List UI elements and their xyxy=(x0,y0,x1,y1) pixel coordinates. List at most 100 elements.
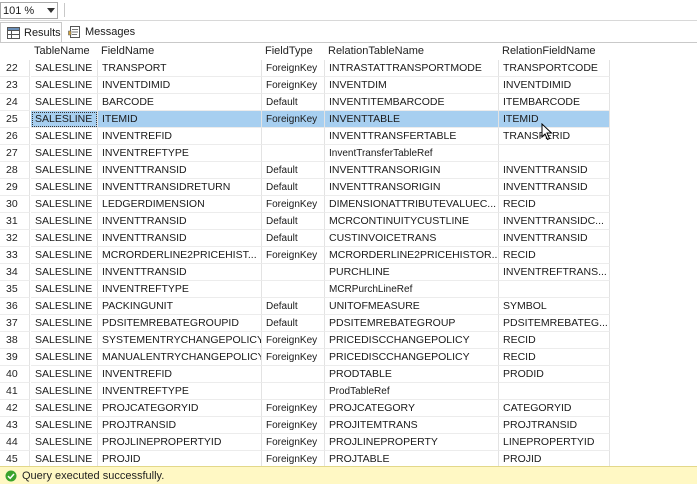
cell-fieldname[interactable]: ITEMID xyxy=(98,111,262,128)
cell-relationtablename[interactable]: CUSTINVOICETRANS xyxy=(325,230,499,247)
table-row[interactable]: 43 SALESLINE PROJTRANSID ForeignKey PROJITEM… xyxy=(0,417,610,434)
cell-fieldname[interactable]: PDSITEMREBATEGROUPID xyxy=(98,315,262,332)
row-number[interactable]: 24 xyxy=(0,94,30,111)
cell-fieldname[interactable]: INVENTREFTYPE xyxy=(98,383,262,400)
cell-fieldname[interactable]: INVENTREFTYPE xyxy=(98,281,262,298)
row-number[interactable]: 34 xyxy=(0,264,30,281)
cell-tablename[interactable]: SALESLINE xyxy=(31,196,98,213)
row-number[interactable]: 41 xyxy=(0,383,30,400)
cell-relationfieldname[interactable]: TRANSPORTCODE xyxy=(499,60,610,77)
cell-fieldtype[interactable]: ForeignKey xyxy=(262,111,325,128)
cell-tablename[interactable]: SALESLINE xyxy=(31,349,98,366)
cell-fieldtype[interactable]: Default xyxy=(262,94,325,111)
cell-fieldtype[interactable] xyxy=(262,383,325,400)
cell-tablename[interactable]: SALESLINE xyxy=(31,298,98,315)
column-header-fieldtype[interactable]: FieldType xyxy=(262,43,325,60)
cell-fieldtype[interactable]: Default xyxy=(262,315,325,332)
cell-relationfieldname[interactable]: INVENTTRANSID xyxy=(499,179,610,196)
cell-relationfieldname[interactable]: SYMBOL xyxy=(499,298,610,315)
cell-relationfieldname[interactable] xyxy=(499,383,610,400)
table-row[interactable]: 29 SALESLINE INVENTTRANSIDRETURN Default INV… xyxy=(0,179,610,196)
cell-fieldname[interactable]: INVENTREFTYPE xyxy=(98,145,262,162)
cell-fieldtype[interactable]: ForeignKey xyxy=(262,349,325,366)
cell-relationfieldname[interactable]: ITEMBARCODE xyxy=(499,94,610,111)
row-number[interactable]: 45 xyxy=(0,451,30,467)
row-number[interactable]: 22 xyxy=(0,60,30,77)
cell-fieldname[interactable]: PROJID xyxy=(98,451,262,467)
table-row[interactable]: 31 SALESLINE INVENTTRANSID Default MCRCONTIN… xyxy=(0,213,610,230)
cell-tablename[interactable]: SALESLINE xyxy=(31,145,98,162)
table-row[interactable]: 23 SALESLINE INVENTDIMID ForeignKey INVENTDI… xyxy=(0,77,610,94)
row-number[interactable]: 42 xyxy=(0,400,30,417)
cell-fieldname[interactable]: INVENTTRANSID xyxy=(98,230,262,247)
table-row[interactable]: 34 SALESLINE INVENTTRANSID PURCHLINE INVENTR… xyxy=(0,264,610,281)
table-row[interactable]: 26 SALESLINE INVENTREFID INVENTTRANSFERTABL… xyxy=(0,128,610,145)
cell-relationfieldname[interactable]: INVENTTRANSIDC... xyxy=(499,213,610,230)
cell-relationfieldname[interactable]: LINEPROPERTYID xyxy=(499,434,610,451)
cell-fieldname[interactable]: MCRORDERLINE2PRICEHIST... xyxy=(98,247,262,264)
cell-relationtablename[interactable]: INVENTITEMBARCODE xyxy=(325,94,499,111)
row-number[interactable]: 28 xyxy=(0,162,30,179)
row-number[interactable]: 23 xyxy=(0,77,30,94)
cell-fieldtype[interactable]: Default xyxy=(262,162,325,179)
row-number[interactable]: 40 xyxy=(0,366,30,383)
column-header-relationfieldname[interactable]: RelationFieldName xyxy=(499,43,610,60)
cell-relationfieldname[interactable]: RECID xyxy=(499,247,610,264)
cell-relationtablename[interactable]: PDSITEMREBATEGROUP xyxy=(325,315,499,332)
cell-fieldname[interactable]: INVENTREFID xyxy=(98,128,262,145)
row-number[interactable]: 43 xyxy=(0,417,30,434)
tab-messages[interactable]: Messages xyxy=(62,22,135,42)
row-number[interactable]: 30 xyxy=(0,196,30,213)
cell-relationtablename[interactable]: PROJCATEGORY xyxy=(325,400,499,417)
cell-fieldtype[interactable]: ForeignKey xyxy=(262,196,325,213)
cell-relationfieldname[interactable] xyxy=(499,145,610,162)
row-number[interactable]: 25 xyxy=(0,111,30,128)
table-row[interactable]: 33 SALESLINE MCRORDERLINE2PRICEHIST... Fore… xyxy=(0,247,610,264)
cell-tablename[interactable]: SALESLINE xyxy=(31,366,98,383)
row-number[interactable]: 39 xyxy=(0,349,30,366)
cell-tablename[interactable]: SALESLINE xyxy=(31,417,98,434)
cell-relationtablename[interactable]: ProdTableRef xyxy=(325,383,499,400)
cell-tablename[interactable]: SALESLINE xyxy=(31,162,98,179)
cell-relationtablename[interactable]: MCRORDERLINE2PRICEHISTOR... xyxy=(325,247,499,264)
cell-relationfieldname[interactable]: RECID xyxy=(499,349,610,366)
column-header-fieldname[interactable]: FieldName xyxy=(98,43,262,60)
row-number[interactable]: 35 xyxy=(0,281,30,298)
cell-relationfieldname[interactable]: PROJTRANSID xyxy=(499,417,610,434)
cell-relationtablename[interactable]: DIMENSIONATTRIBUTEVALUEC... xyxy=(325,196,499,213)
cell-fieldname[interactable]: INVENTREFID xyxy=(98,366,262,383)
cell-fieldtype[interactable]: Default xyxy=(262,179,325,196)
table-row[interactable]: 27 SALESLINE INVENTREFTYPE InventTransferTa… xyxy=(0,145,610,162)
tab-results[interactable]: Results xyxy=(0,22,62,43)
row-number[interactable]: 27 xyxy=(0,145,30,162)
cell-relationtablename[interactable]: INVENTDIM xyxy=(325,77,499,94)
cell-relationtablename[interactable]: UNITOFMEASURE xyxy=(325,298,499,315)
cell-relationtablename[interactable]: INVENTTRANSFERTABLE xyxy=(325,128,499,145)
cell-relationtablename[interactable]: INVENTTABLE xyxy=(325,111,499,128)
row-number[interactable]: 37 xyxy=(0,315,30,332)
cell-relationtablename[interactable]: PROJTABLE xyxy=(325,451,499,467)
cell-tablename[interactable]: SALESLINE xyxy=(31,400,98,417)
table-row[interactable]: 36 SALESLINE PACKINGUNIT Default UNITOFMEASU… xyxy=(0,298,610,315)
cell-fieldname[interactable]: BARCODE xyxy=(98,94,262,111)
cell-fieldtype[interactable] xyxy=(262,128,325,145)
cell-fieldtype[interactable]: ForeignKey xyxy=(262,247,325,264)
cell-relationtablename[interactable]: PRICEDISCCHANGEPOLICY xyxy=(325,332,499,349)
cell-fieldtype[interactable]: Default xyxy=(262,230,325,247)
cell-fieldname[interactable]: LEDGERDIMENSION xyxy=(98,196,262,213)
cell-relationfieldname[interactable]: INVENTREFTRANS... xyxy=(499,264,610,281)
cell-tablename[interactable]: SALESLINE xyxy=(31,383,98,400)
cell-fieldtype[interactable]: ForeignKey xyxy=(262,332,325,349)
cell-tablename[interactable]: SALESLINE xyxy=(31,94,98,111)
cell-tablename[interactable]: SALESLINE xyxy=(31,332,98,349)
cell-fieldtype[interactable]: ForeignKey xyxy=(262,451,325,467)
cell-fieldname[interactable]: PROJTRANSID xyxy=(98,417,262,434)
results-grid[interactable]: TableName FieldName FieldType RelationTa… xyxy=(0,42,697,467)
cell-fieldtype[interactable] xyxy=(262,366,325,383)
row-number[interactable]: 29 xyxy=(0,179,30,196)
table-row[interactable]: 37 SALESLINE PDSITEMREBATEGROUPID Default PD… xyxy=(0,315,610,332)
cell-tablename[interactable]: SALESLINE xyxy=(31,264,98,281)
cell-fieldtype[interactable] xyxy=(262,264,325,281)
cell-tablename[interactable]: SALESLINE xyxy=(31,111,98,128)
cell-relationfieldname[interactable]: PROJID xyxy=(499,451,610,467)
